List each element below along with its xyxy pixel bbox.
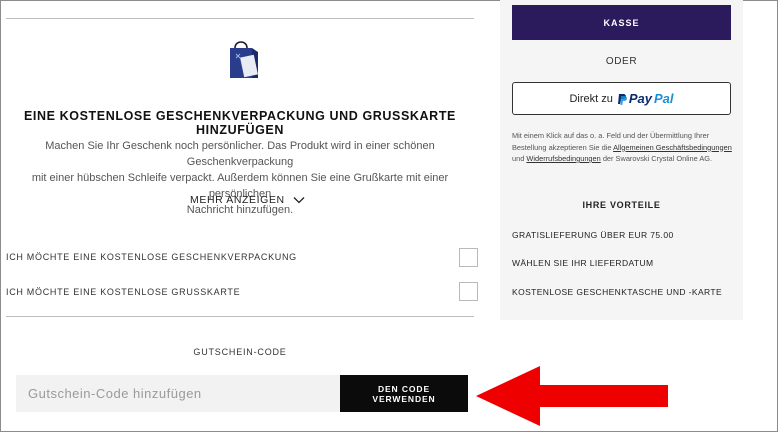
- checkout-button[interactable]: KASSE: [512, 5, 731, 40]
- paypal-prefix: Direkt zu: [569, 92, 613, 105]
- gift-description: Machen Sie Ihr Geschenk noch persönliche…: [6, 138, 474, 218]
- coupon-title: GUTSCHEIN-CODE: [193, 347, 287, 357]
- gift-title: EINE KOSTENLOSE GESCHENKVERPACKUNG UND G…: [24, 109, 456, 137]
- paypal-logo: Pay Pal: [617, 91, 674, 106]
- paypal-word-pal: Pal: [654, 91, 674, 106]
- paypal-mark-icon: [617, 93, 627, 105]
- legal-text: und: [512, 154, 527, 163]
- show-more-link[interactable]: MEHR ANZEIGEN: [190, 194, 305, 206]
- show-more-label: MEHR ANZEIGEN: [190, 194, 285, 206]
- paypal-button[interactable]: Direkt zu Pay Pal: [512, 82, 731, 115]
- greeting-card-option-label: ICH MÖCHTE EINE KOSTENLOSE GRUSSKARTE: [6, 287, 241, 297]
- coupon-code-input[interactable]: [16, 375, 341, 412]
- greeting-card-checkbox[interactable]: [459, 282, 478, 301]
- or-separator: ODER: [605, 56, 638, 67]
- legal-notice: Mit einem Klick auf das o. a. Feld und d…: [512, 130, 734, 165]
- chevron-down-icon: [293, 197, 305, 204]
- divider-top: [6, 18, 474, 19]
- legal-text: der Swarovski Crystal Online AG.: [600, 154, 713, 163]
- terms-link[interactable]: Allgemeinen Geschäftsbedingungen: [613, 143, 732, 152]
- divider-middle: [6, 316, 474, 317]
- gift-description-line: Machen Sie Ihr Geschenk noch persönliche…: [45, 140, 435, 168]
- benefit-item: GRATISLIEFERUNG ÜBER EUR 75.00: [512, 230, 674, 240]
- benefit-item: WÄHLEN SIE IHR LIEFERDATUM: [512, 258, 654, 268]
- gift-wrap-checkbox[interactable]: [459, 248, 478, 267]
- paypal-word-pay: Pay: [628, 91, 653, 106]
- gift-wrap-option-label: ICH MÖCHTE EINE KOSTENLOSE GESCHENKVERPA…: [6, 252, 297, 262]
- benefits-title: IHRE VORTEILE: [582, 200, 661, 210]
- withdrawal-link[interactable]: Widerrufsbedingungen: [526, 154, 600, 163]
- apply-coupon-button[interactable]: DEN CODE VERWENDEN: [340, 375, 468, 412]
- benefit-item: KOSTENLOSE GESCHENKTASCHE UND -KARTE: [512, 287, 723, 297]
- red-arrow-icon: [476, 366, 668, 426]
- gift-bag-icon: [230, 41, 258, 78]
